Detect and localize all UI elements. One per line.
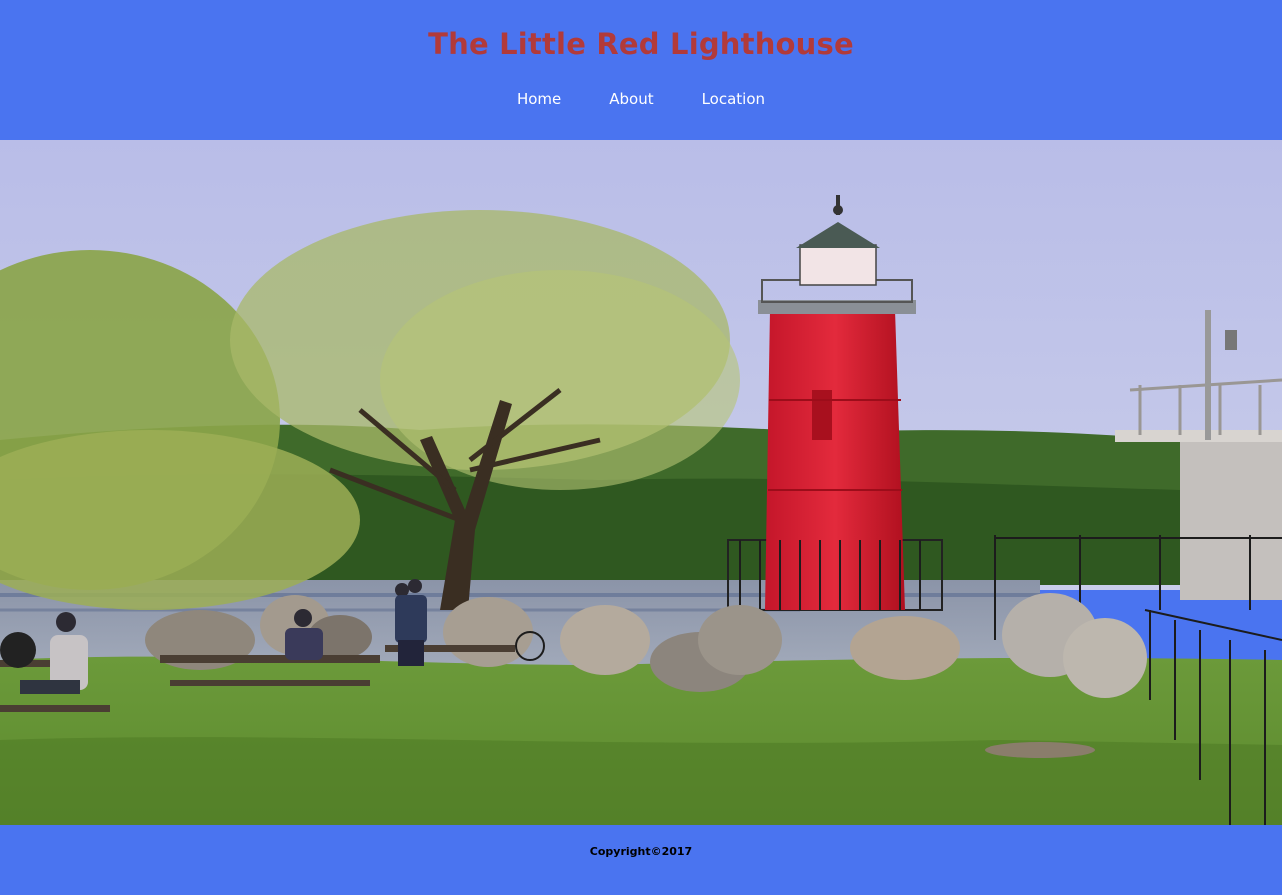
hero-image	[0, 140, 1282, 825]
site-header: The Little Red Lighthouse Home About Loc…	[0, 0, 1282, 140]
site-title: The Little Red Lighthouse	[428, 27, 854, 61]
copyright-text: Copyright©2017	[589, 845, 693, 858]
nav-link-location[interactable]: Location	[702, 90, 765, 108]
site-footer: Copyright©2017	[0, 825, 1282, 895]
nav-link-about[interactable]: About	[609, 90, 653, 108]
lighthouse-photo	[0, 140, 1282, 825]
nav-link-home[interactable]: Home	[517, 90, 561, 108]
main-nav: Home About Location	[0, 90, 1282, 108]
